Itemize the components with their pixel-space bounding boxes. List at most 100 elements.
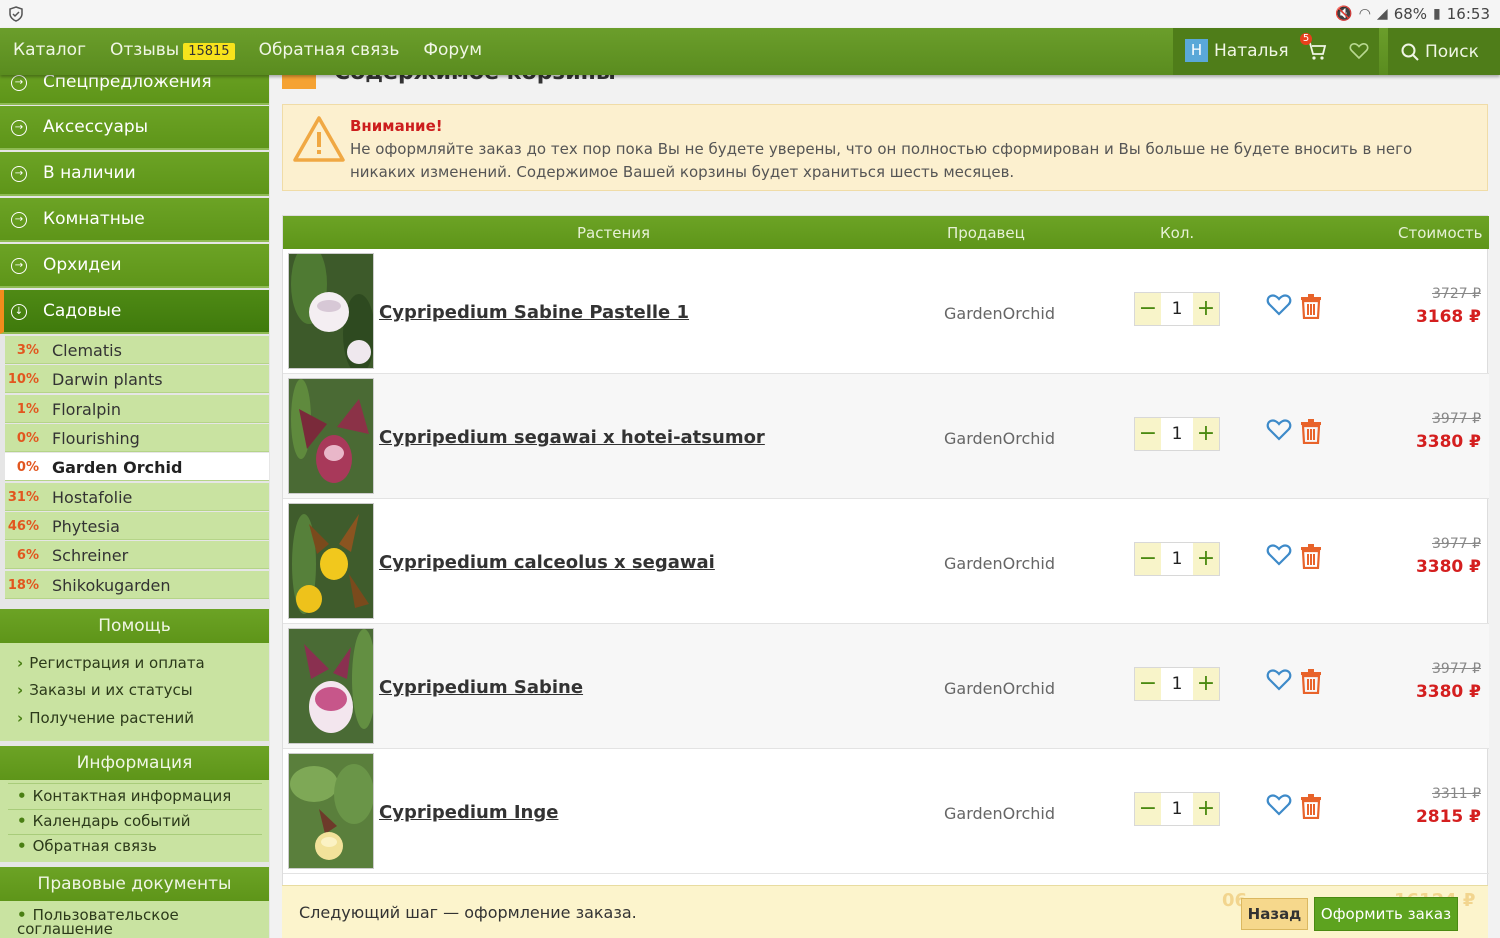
quantity-value[interactable]: 1 xyxy=(1161,668,1193,700)
add-to-favorites-heart-icon[interactable] xyxy=(1266,418,1292,442)
decrease-quantity-button[interactable]: − xyxy=(1135,668,1161,700)
help-link-orders[interactable]: Заказы и их статусы xyxy=(17,681,192,699)
cart-table: Растения Продавец Кол. Стоимость Cypripe… xyxy=(282,215,1489,938)
increase-quantity-button[interactable]: + xyxy=(1193,418,1219,450)
checkout-footer: Следующий шаг — оформление заказа. 06 16… xyxy=(282,885,1488,938)
quantity-value[interactable]: 1 xyxy=(1161,543,1193,575)
table-row: Cypripedium Sabine GardenOrchid − 1 + 39… xyxy=(283,624,1489,749)
quantity-stepper: − 1 + xyxy=(1134,417,1220,451)
nav-reviews[interactable]: Отзывы 15815 xyxy=(110,40,235,60)
trash-icon[interactable] xyxy=(1300,293,1322,319)
trash-icon[interactable] xyxy=(1300,668,1322,694)
seller-discount: 31% xyxy=(7,490,39,505)
product-thumbnail[interactable] xyxy=(288,628,374,744)
old-price: 3977 ₽ xyxy=(1432,536,1481,552)
seller-name: Clematis xyxy=(52,341,122,360)
info-link-contacts[interactable]: Контактная информация xyxy=(17,787,232,805)
seller-name: GardenOrchid xyxy=(944,429,1055,448)
legal-section-title: Правовые документы xyxy=(0,867,269,901)
quantity-stepper: − 1 + xyxy=(1134,667,1220,701)
favorites-heart-icon[interactable] xyxy=(1349,42,1369,60)
product-thumbnail[interactable] xyxy=(288,753,374,869)
price: 3380 ₽ xyxy=(1415,682,1481,702)
sidebar-item-accessories[interactable]: → Аксессуары xyxy=(0,106,269,150)
nav-forum[interactable]: Форум xyxy=(423,40,482,60)
arrow-circle-icon: → xyxy=(11,120,27,136)
arrow-circle-icon: → xyxy=(11,258,27,274)
nav-feedback[interactable]: Обратная связь xyxy=(259,40,400,60)
seller-item-shikokugarden[interactable]: 18% Shikokugarden xyxy=(5,571,269,599)
avatar[interactable]: Н xyxy=(1185,39,1208,62)
seller-name: GardenOrchid xyxy=(944,554,1055,573)
seller-discount: 6% xyxy=(16,548,39,563)
product-name-link[interactable]: Cypripedium Sabine Pastelle 1 xyxy=(379,302,689,323)
product-name-link[interactable]: Cypripedium Inge xyxy=(379,802,558,823)
price: 3380 ₽ xyxy=(1415,432,1481,452)
quantity-value[interactable]: 1 xyxy=(1161,293,1193,325)
increase-quantity-button[interactable]: + xyxy=(1193,668,1219,700)
legal-link-user-agreement[interactable]: Пользовательское соглашение xyxy=(17,908,197,937)
decrease-quantity-button[interactable]: − xyxy=(1135,293,1161,325)
increase-quantity-button[interactable]: + xyxy=(1193,793,1219,825)
seller-name: Shikokugarden xyxy=(52,576,171,595)
add-to-favorites-heart-icon[interactable] xyxy=(1266,543,1292,567)
seller-item-flourishing[interactable]: 0% Flourishing xyxy=(5,424,269,452)
add-to-favorites-heart-icon[interactable] xyxy=(1266,793,1292,817)
product-thumbnail[interactable] xyxy=(288,503,374,619)
decrease-quantity-button[interactable]: − xyxy=(1135,418,1161,450)
divider xyxy=(8,809,262,810)
increase-quantity-button[interactable]: + xyxy=(1193,293,1219,325)
seller-item-garden-orchid[interactable]: 0% Garden Orchid xyxy=(5,453,269,481)
sidebar-item-garden[interactable]: ↓ Садовые xyxy=(0,290,269,334)
place-order-button[interactable]: Оформить заказ xyxy=(1314,897,1458,931)
quantity-value[interactable]: 1 xyxy=(1161,418,1193,450)
table-row: Cypripedium calceolus x segawai GardenOr… xyxy=(283,499,1489,624)
increase-quantity-button[interactable]: + xyxy=(1193,543,1219,575)
help-link-receiving[interactable]: Получение растений xyxy=(17,709,194,727)
quantity-value[interactable]: 1 xyxy=(1161,793,1193,825)
legal-section: Пользовательское соглашение xyxy=(0,901,269,938)
product-name-link[interactable]: Cypripedium calceolus x segawai xyxy=(379,552,715,573)
seller-discount: 10% xyxy=(7,372,39,387)
help-section: Регистрация и оплата Заказы и их статусы… xyxy=(0,643,269,741)
product-thumbnail[interactable] xyxy=(288,378,374,494)
info-link-feedback[interactable]: Обратная связь xyxy=(17,837,157,855)
seller-name: GardenOrchid xyxy=(944,804,1055,823)
help-link-registration[interactable]: Регистрация и оплата xyxy=(17,654,205,672)
product-thumbnail[interactable] xyxy=(288,253,374,369)
trash-icon[interactable] xyxy=(1300,793,1322,819)
sidebar: → Спецпредложения → Аксессуары → В наличии … xyxy=(0,61,270,938)
seller-item-schreiner[interactable]: 6% Schreiner xyxy=(5,541,269,569)
sidebar-item-in-stock[interactable]: → В наличии xyxy=(0,152,269,196)
add-to-favorites-heart-icon[interactable] xyxy=(1266,293,1292,317)
info-section-title: Информация xyxy=(0,746,269,780)
seller-discount: 0% xyxy=(16,431,39,446)
seller-item-darwin-plants[interactable]: 10% Darwin plants xyxy=(5,365,269,393)
info-section: Контактная информация Календарь событий … xyxy=(0,780,269,862)
trash-icon[interactable] xyxy=(1300,543,1322,569)
sidebar-item-indoor[interactable]: → Комнатные xyxy=(0,198,269,242)
seller-item-clematis[interactable]: 3% Clematis xyxy=(5,336,269,364)
decrease-quantity-button[interactable]: − xyxy=(1135,543,1161,575)
arrow-circle-icon: → xyxy=(11,212,27,228)
seller-item-phytesia[interactable]: 46% Phytesia xyxy=(5,512,269,540)
table-header: Растения Продавец Кол. Стоимость xyxy=(283,216,1489,249)
nav-catalog[interactable]: Каталог xyxy=(13,40,86,60)
search-button[interactable]: Поиск xyxy=(1388,28,1500,75)
seller-item-floralpin[interactable]: 1% Floralpin xyxy=(5,395,269,423)
sidebar-item-orchids[interactable]: → Орхидеи xyxy=(0,244,269,288)
product-name-link[interactable]: Cypripedium segawai x hotei-atsumor xyxy=(379,427,765,448)
add-to-favorites-heart-icon[interactable] xyxy=(1266,668,1292,692)
divider xyxy=(8,834,262,835)
old-price: 3977 ₽ xyxy=(1432,411,1481,427)
product-name-link[interactable]: Cypripedium Sabine xyxy=(379,677,583,698)
trash-icon[interactable] xyxy=(1300,418,1322,444)
info-link-calendar[interactable]: Календарь событий xyxy=(17,812,191,830)
user-name[interactable]: Наталья xyxy=(1214,41,1289,61)
decrease-quantity-button[interactable]: − xyxy=(1135,793,1161,825)
next-step-text: Следующий шаг — оформление заказа. xyxy=(299,903,637,922)
back-button[interactable]: Назад xyxy=(1241,898,1308,930)
seller-item-hostafolie[interactable]: 31% Hostafolie xyxy=(5,483,269,511)
seller-discount: 3% xyxy=(16,343,39,358)
seller-name: Darwin plants xyxy=(52,370,163,389)
